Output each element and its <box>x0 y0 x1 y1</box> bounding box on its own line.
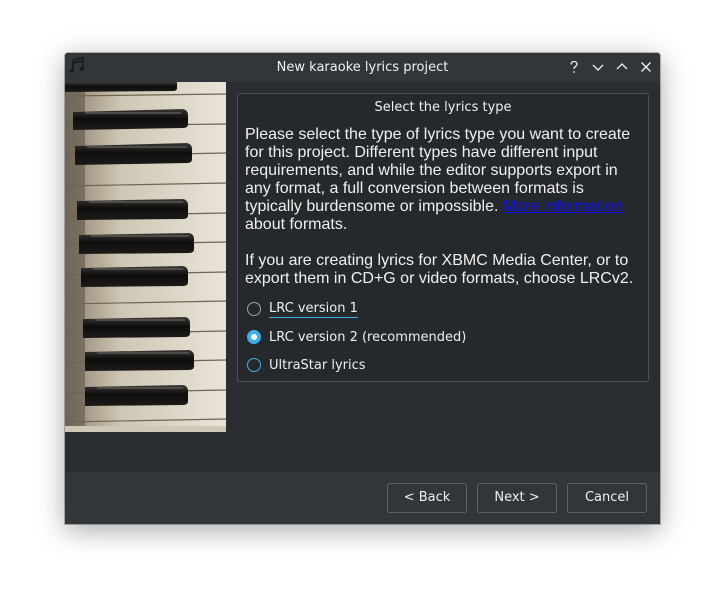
more-information-link[interactable]: More information <box>503 198 623 215</box>
back-button[interactable]: < Back <box>387 483 467 513</box>
wizard-window: New karaoke lyrics project Select the ly… <box>65 53 660 524</box>
radio-label: UltraStar lyrics <box>269 357 366 373</box>
minimize-icon[interactable] <box>590 59 606 75</box>
title-bar[interactable]: New karaoke lyrics project <box>65 53 660 82</box>
radio-ultrastar[interactable]: UltraStar lyrics <box>247 355 366 375</box>
description-paragraph: Please select the type of lyrics type yo… <box>245 126 640 234</box>
radio-lrc-v2[interactable]: LRC version 2 (recommended) <box>247 327 466 347</box>
maximize-icon[interactable] <box>614 59 630 75</box>
button-bar: < Back Next > Cancel <box>65 471 660 524</box>
next-button[interactable]: Next > <box>477 483 557 513</box>
description-part2: about formats. <box>245 216 348 233</box>
help-icon[interactable] <box>566 59 582 75</box>
piano-keys-image <box>65 82 226 432</box>
lyrics-type-groupbox: Select the lyrics type Please select the… <box>237 93 649 382</box>
radio-label: LRC version 1 <box>269 300 358 318</box>
description-text: Please select the type of lyrics type yo… <box>245 126 640 288</box>
radio-lrc-v1[interactable]: LRC version 1 <box>247 299 358 319</box>
radio-circle[interactable] <box>247 358 261 372</box>
close-icon[interactable] <box>638 59 654 75</box>
groupbox-title: Select the lyrics type <box>374 100 512 115</box>
radio-circle[interactable] <box>247 302 261 316</box>
radio-circle[interactable] <box>247 330 261 344</box>
lrcv2-hint-paragraph: If you are creating lyrics for XBMC Medi… <box>245 252 634 287</box>
radio-label: LRC version 2 (recommended) <box>269 329 467 345</box>
cancel-button[interactable]: Cancel <box>567 483 647 513</box>
